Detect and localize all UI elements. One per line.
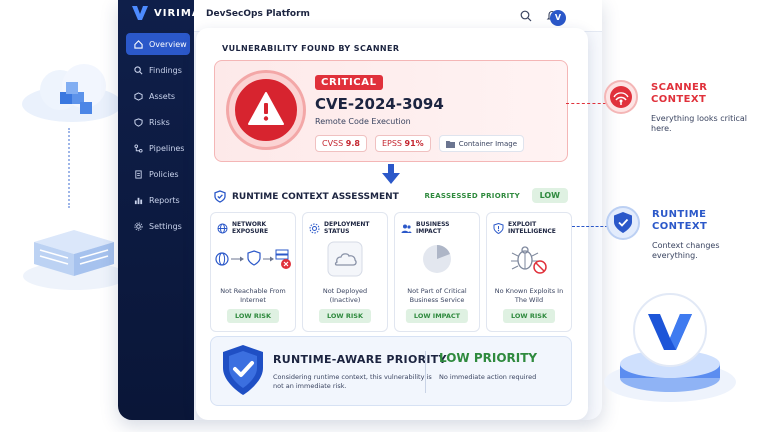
context-card-network-exposure[interactable]: NETWORK EXPOSURE Not Reachable From Inte…: [210, 212, 296, 332]
score-row: CVSS 9.8 EPSS 91% Container Image: [315, 135, 525, 152]
sidebar-item-label: Policies: [149, 169, 179, 179]
radar-icon: [610, 86, 632, 108]
shield-alert-icon: [493, 222, 504, 234]
sidebar-item-assets[interactable]: Assets: [126, 85, 190, 107]
runtime-title: RUNTIME CONTEXT ASSESSMENT: [214, 190, 399, 203]
main-content: VULNERABILITY FOUND BY SCANNER CRITICAL …: [196, 28, 588, 420]
virima-logo-pedestal: [604, 293, 736, 402]
vulnerability-card[interactable]: CRITICAL CVE-2024-3094 Remote Code Execu…: [214, 60, 568, 162]
reassessed-priority-badge: LOW: [531, 188, 568, 203]
scanner-context-desc: Everything looks critical here.: [651, 114, 748, 134]
sidebar-item-pipelines[interactable]: Pipelines: [126, 137, 190, 159]
asset-type-tag: Container Image: [438, 135, 525, 152]
sidebar-item-settings[interactable]: Settings: [126, 215, 190, 237]
app-title: DevSecOps Platform: [206, 9, 310, 19]
brand: VIRIMA: [132, 6, 201, 20]
risk-tag: LOW RISK: [318, 309, 372, 323]
cve-description: Remote Code Execution: [315, 117, 411, 126]
document-icon: [135, 169, 142, 179]
context-card-desc: Not Part of Critical Business Service: [407, 287, 467, 304]
sidebar-item-overview[interactable]: Overview: [126, 33, 190, 55]
runtime-context-desc: Context changes everything.: [652, 241, 720, 261]
sidebar-item-label: Settings: [149, 221, 182, 231]
sidebar-item-label: Reports: [149, 195, 180, 205]
sidebar-item-label: Overview: [149, 39, 187, 49]
context-card-exploit-intelligence[interactable]: EXPLOIT INTELLIGENCE No Known Exploits I…: [486, 212, 572, 332]
scanner-connector: [566, 103, 606, 104]
home-icon: [134, 39, 143, 49]
context-card-deployment-status[interactable]: DEPLOYMENT STATUS Not Deployed (Inactive…: [302, 212, 388, 332]
cloud-infrastructure-illustration: [14, 58, 134, 298]
pie-chart-icon: [423, 245, 451, 273]
sidebar-item-label: Assets: [149, 91, 176, 101]
search-icon: [134, 65, 143, 74]
sidebar-item-reports[interactable]: Reports: [126, 189, 190, 211]
avatar[interactable]: V: [550, 10, 566, 26]
connector-line: [68, 128, 70, 208]
severity-badge: CRITICAL: [315, 75, 383, 90]
globe-icon: [217, 223, 228, 233]
scanner-context-badge: [604, 80, 638, 114]
runtime-context-badge: [606, 206, 640, 240]
folder-icon: [445, 140, 455, 148]
runtime-header: RUNTIME CONTEXT ASSESSMENT REASSESSED PR…: [214, 186, 568, 206]
shield-check-icon: [223, 345, 263, 395]
warning-triangle-icon: [248, 92, 284, 125]
virima-logo-icon: [132, 6, 148, 20]
context-card-title: BUSINESS IMPACT: [416, 221, 450, 235]
context-card-business-impact[interactable]: BUSINESS IMPACT Not Part of Critical Bus…: [394, 212, 480, 332]
priority-action: No immediate action required: [439, 373, 537, 381]
priority-subtitle: Considering runtime context, this vulner…: [273, 373, 432, 391]
risk-tag: LOW RISK: [502, 309, 556, 323]
reassessed-priority-label: REASSESSED PRIORITY: [424, 192, 520, 200]
sidebar: VIRIMA Overview Findings Assets Risks Pi…: [118, 0, 200, 420]
cloud-icon: [327, 241, 363, 277]
context-card-title: DEPLOYMENT STATUS: [324, 221, 370, 235]
cloud-icon: [22, 64, 122, 122]
runtime-priority-card: RUNTIME-AWARE PRIORITY Considering runti…: [210, 336, 572, 406]
data-center-icon: [23, 230, 127, 290]
priority-level: LOW PRIORITY: [439, 351, 538, 365]
context-cards: NETWORK EXPOSURE Not Reachable From Inte…: [210, 212, 572, 332]
sidebar-item-label: Findings: [149, 65, 182, 75]
context-card-desc: Not Reachable From Internet: [220, 287, 286, 304]
gear-icon: [134, 221, 143, 231]
users-icon: [401, 224, 412, 233]
arrow-down-icon: [382, 164, 400, 184]
box-icon: [134, 91, 143, 101]
sidebar-item-label: Risks: [149, 117, 170, 127]
context-card-desc: Not Deployed (Inactive): [322, 287, 368, 304]
cvss-score: CVSS 9.8: [315, 135, 367, 152]
runtime-context-title: RUNTIME CONTEXT: [652, 209, 708, 232]
sidebar-item-policies[interactable]: Policies: [126, 163, 190, 185]
sidebar-nav: Overview Findings Assets Risks Pipelines…: [126, 33, 190, 241]
app-window: VIRIMA Overview Findings Assets Risks Pi…: [118, 0, 602, 420]
cve-id: CVE-2024-3094: [315, 95, 444, 113]
context-card-title: NETWORK EXPOSURE: [232, 221, 269, 235]
shield-check-icon: [614, 212, 632, 233]
search-icon[interactable]: [520, 10, 532, 22]
shield-icon: [134, 117, 143, 127]
sidebar-item-risks[interactable]: Risks: [126, 111, 190, 133]
network-blocked-icon: [215, 249, 291, 269]
divider: [425, 351, 426, 393]
bug-blocked-icon: [511, 246, 547, 274]
scanner-context-title: SCANNER CONTEXT: [651, 82, 708, 105]
warning-badge: [229, 73, 303, 147]
bar-chart-icon: [134, 197, 143, 204]
sidebar-item-label: Pipelines: [149, 143, 185, 153]
context-card-title: EXPLOIT INTELLIGENCE: [508, 221, 556, 235]
shield-check-icon: [214, 190, 226, 203]
impact-tag: LOW IMPACT: [405, 309, 469, 323]
epss-score: EPSS 91%: [374, 135, 431, 152]
risk-tag: LOW RISK: [226, 309, 280, 323]
priority-title: RUNTIME-AWARE PRIORITY: [273, 353, 447, 366]
gear-icon: [309, 223, 320, 233]
runtime-connector: [572, 226, 608, 227]
scanner-section-label: VULNERABILITY FOUND BY SCANNER: [222, 44, 400, 53]
pipeline-icon: [134, 143, 143, 153]
context-card-desc: No Known Exploits In The Wild: [494, 287, 564, 304]
sidebar-item-findings[interactable]: Findings: [126, 59, 190, 81]
